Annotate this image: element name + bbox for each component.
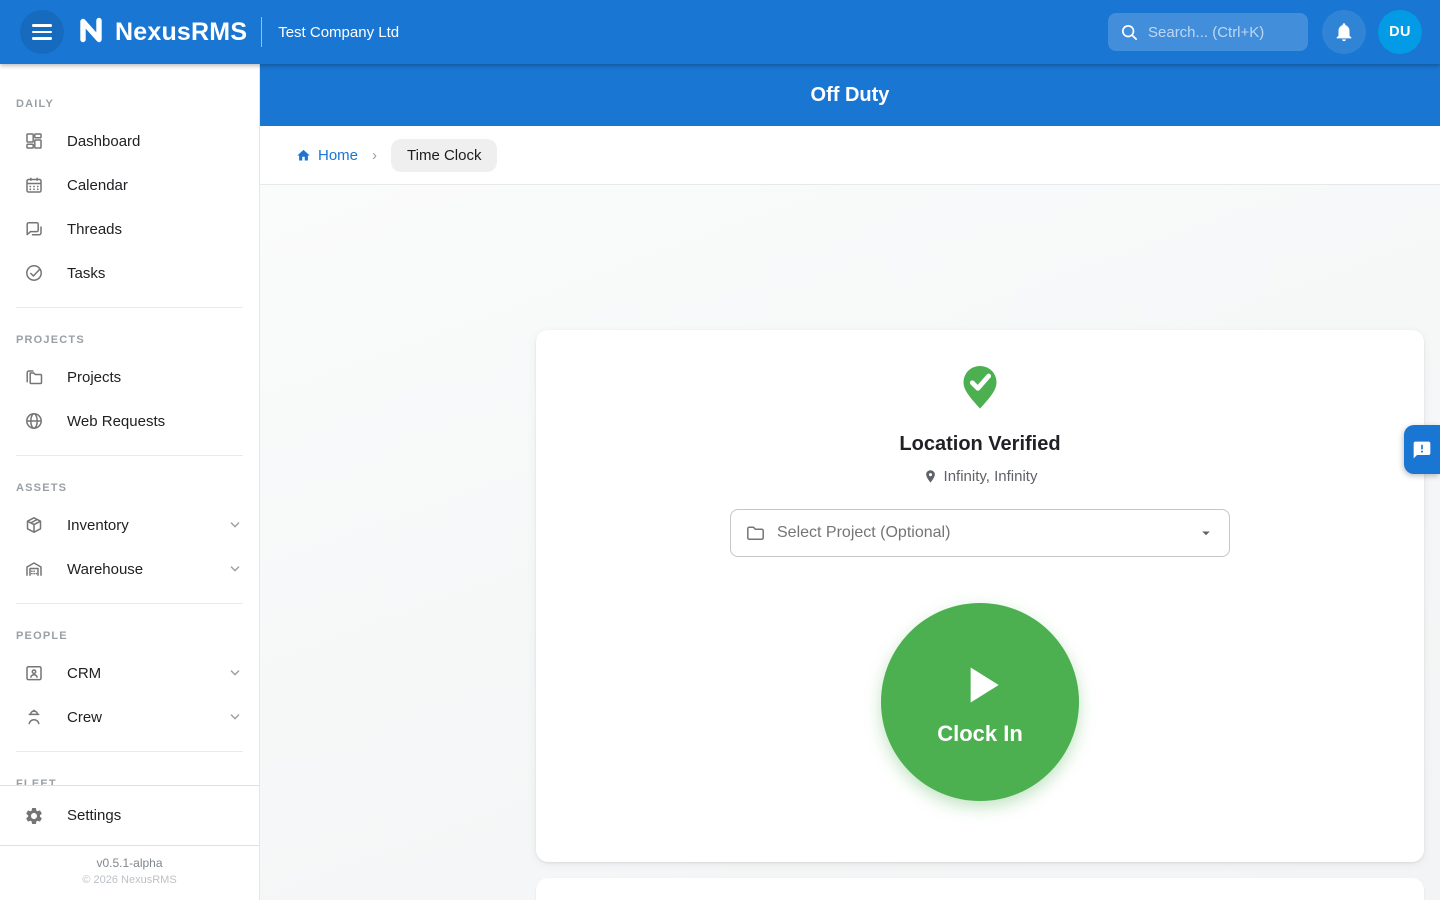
sidebar-item-label: CRM — [67, 665, 227, 682]
time-clock-card: Location Verified Infinity, Infinity Sel… — [536, 330, 1424, 862]
inventory-box-icon — [24, 515, 44, 535]
global-search[interactable] — [1108, 13, 1308, 51]
section-label-fleet: FLEET — [0, 764, 259, 785]
sidebar-item-label: Dashboard — [67, 133, 243, 150]
location-pin-icon — [923, 469, 938, 484]
sidebar-item-crm[interactable]: CRM — [0, 651, 259, 695]
sidebar-item-label: Web Requests — [67, 413, 243, 430]
sidebar-item-label: Crew — [67, 709, 227, 726]
section-label-projects: PROJECTS — [0, 320, 259, 355]
sidebar-item-settings[interactable]: Settings — [0, 794, 259, 838]
contact-card-icon — [24, 663, 44, 683]
sidebar-item-threads[interactable]: Threads — [0, 207, 259, 251]
sidebar: DAILY Dashboard Calendar — [0, 64, 260, 900]
dashboard-icon — [24, 131, 44, 151]
todays-summary-card: Today's Summary — [536, 878, 1424, 900]
breadcrumb-current: Time Clock — [391, 139, 497, 172]
section-label-assets: ASSETS — [0, 468, 259, 503]
location-status-title: Location Verified — [536, 433, 1424, 456]
main-content: Off Duty Home › Time Clock Location Veri… — [260, 64, 1440, 900]
brand-title: NexusRMS — [115, 18, 247, 47]
sidebar-item-label: Projects — [67, 369, 243, 386]
breadcrumb: Home › Time Clock — [260, 126, 1440, 185]
sidebar-item-dashboard[interactable]: Dashboard — [0, 119, 259, 163]
notifications-bell-icon[interactable] — [1322, 10, 1366, 54]
section-label-daily: DAILY — [0, 84, 259, 119]
folder-icon — [745, 523, 765, 543]
location-verified-pin-icon — [957, 364, 1003, 419]
home-icon — [296, 148, 311, 163]
breadcrumb-home-label: Home — [318, 147, 358, 164]
appbar-divider — [261, 17, 262, 47]
location-coordinates: Infinity, Infinity — [536, 468, 1424, 485]
search-input[interactable] — [1148, 24, 1296, 41]
app-version: v0.5.1-alpha — [0, 856, 259, 870]
feedback-icon — [1412, 440, 1432, 460]
sidebar-nav: DAILY Dashboard Calendar — [0, 64, 259, 785]
globe-icon — [24, 411, 44, 431]
clock-in-button[interactable]: Clock In — [881, 603, 1079, 801]
user-avatar[interactable]: DU — [1378, 10, 1422, 54]
folder-icon — [24, 367, 44, 387]
sidebar-item-calendar[interactable]: Calendar — [0, 163, 259, 207]
sidebar-item-crew[interactable]: Crew — [0, 695, 259, 739]
warehouse-icon — [24, 559, 44, 579]
tasks-icon — [24, 263, 44, 283]
sidebar-item-inventory[interactable]: Inventory — [0, 503, 259, 547]
location-text: Infinity, Infinity — [944, 468, 1038, 485]
chevron-down-icon — [227, 561, 243, 577]
sidebar-item-label: Threads — [67, 221, 243, 238]
menu-icon[interactable] — [20, 10, 64, 54]
threads-icon — [24, 219, 44, 239]
search-icon — [1120, 23, 1139, 42]
chevron-down-icon — [227, 665, 243, 681]
chevron-down-icon — [227, 517, 243, 533]
feedback-tab-button[interactable] — [1404, 425, 1440, 474]
sidebar-divider — [16, 603, 243, 604]
duty-status-text: Off Duty — [811, 84, 890, 107]
sidebar-item-label: Inventory — [67, 517, 227, 534]
gear-icon — [24, 806, 44, 826]
project-select-dropdown[interactable]: Select Project (Optional) — [730, 509, 1230, 557]
section-label-people: PEOPLE — [0, 616, 259, 651]
sidebar-settings-panel: Settings — [0, 785, 259, 845]
caret-down-icon — [1197, 524, 1215, 542]
clock-in-label: Clock In — [937, 721, 1023, 747]
company-name: Test Company Ltd — [278, 24, 399, 41]
sidebar-item-projects[interactable]: Projects — [0, 355, 259, 399]
sidebar-item-web-requests[interactable]: Web Requests — [0, 399, 259, 443]
sidebar-item-label: Tasks — [67, 265, 243, 282]
sidebar-item-label: Warehouse — [67, 561, 227, 578]
play-icon — [952, 657, 1008, 713]
appbar: NexusRMS Test Company Ltd DU — [0, 0, 1440, 64]
calendar-icon — [24, 175, 44, 195]
sidebar-divider — [16, 307, 243, 308]
sidebar-footer: v0.5.1-alpha © 2026 NexusRMS — [0, 845, 259, 900]
page-content: Location Verified Infinity, Infinity Sel… — [260, 185, 1440, 900]
sidebar-item-label: Settings — [67, 807, 243, 824]
project-select-placeholder: Select Project (Optional) — [777, 524, 1197, 542]
breadcrumb-separator: › — [372, 147, 377, 164]
nexusrms-logo-icon — [74, 13, 108, 52]
sidebar-item-warehouse[interactable]: Warehouse — [0, 547, 259, 591]
sidebar-divider — [16, 751, 243, 752]
sidebar-item-tasks[interactable]: Tasks — [0, 251, 259, 295]
chevron-down-icon — [227, 709, 243, 725]
duty-status-banner: Off Duty — [260, 64, 1440, 126]
breadcrumb-home-link[interactable]: Home — [296, 147, 358, 164]
sidebar-divider — [16, 455, 243, 456]
sidebar-item-label: Calendar — [67, 177, 243, 194]
copyright: © 2026 NexusRMS — [0, 874, 259, 886]
worker-icon — [24, 707, 44, 727]
